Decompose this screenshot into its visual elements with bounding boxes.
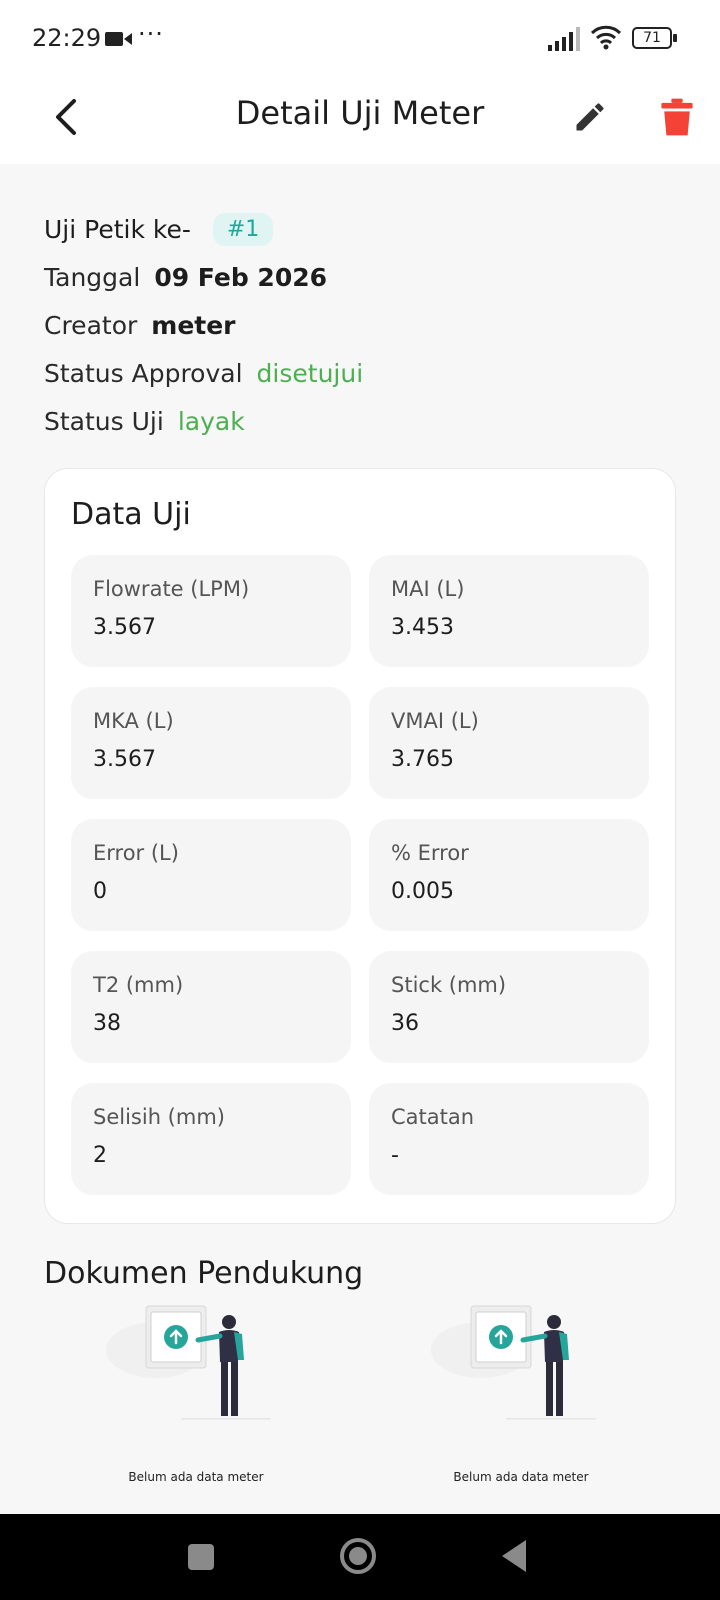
data-tile: Selisih (mm) 2 (71, 1083, 351, 1195)
tanggal-row: Tanggal 09 Feb 2026 (44, 253, 684, 301)
data-tile: % Error 0.005 (369, 819, 649, 931)
uji-info: Uji Petik ke- #1 Tanggal 09 Feb 2026 Cre… (44, 205, 684, 445)
uji-petik-row: Uji Petik ke- #1 (44, 205, 684, 253)
data-tile: Stick (mm) 36 (369, 951, 649, 1063)
status-time: 22:29 (32, 24, 102, 52)
data-tile-label: T2 (mm) (93, 973, 184, 997)
tanggal-value: 09 Feb 2026 (154, 262, 328, 292)
app-bar: Detail Uji Meter (0, 74, 720, 164)
data-tile-label: Catatan (391, 1105, 475, 1129)
document-caption: Belum ada data meter (453, 1470, 589, 1484)
creator-row: Creator meter (44, 301, 684, 349)
tanggal-label: Tanggal (44, 262, 141, 292)
data-tile-value: - (391, 1143, 399, 1168)
data-tile: Flowrate (LPM) 3.567 (71, 555, 351, 667)
system-nav-bar (0, 1514, 720, 1600)
home-button[interactable] (338, 1536, 378, 1576)
pencil-icon (576, 103, 604, 131)
uji-petik-label: Uji Petik ke- (44, 214, 191, 244)
wifi-icon (590, 25, 622, 50)
data-tile-value: 0 (93, 879, 107, 904)
data-tile-value: 0.005 (391, 879, 454, 904)
data-tile-label: MAI (L) (391, 577, 465, 601)
video-camera-icon (105, 32, 132, 46)
delete-button[interactable] (652, 92, 702, 142)
system-back-button[interactable] (500, 1538, 528, 1574)
document-caption: Belum ada data meter (128, 1470, 264, 1484)
data-tile-label: % Error (391, 841, 469, 865)
data-tile-value: 38 (93, 1011, 121, 1036)
data-tile-label: Stick (mm) (391, 973, 507, 997)
more-notifications-icon: ··· (138, 20, 164, 48)
battery-icon: 71 (632, 27, 678, 49)
upload-illustration-icon (106, 1305, 271, 1420)
data-tile: VMAI (L) 3.765 (369, 687, 649, 799)
data-tile-value: 3.567 (93, 615, 156, 640)
signal-icon (548, 27, 580, 51)
data-tile: MKA (L) 3.567 (71, 687, 351, 799)
data-tile-value: 3.453 (391, 615, 454, 640)
data-tile-label: Flowrate (LPM) (93, 577, 250, 601)
dokumen-title: Dokumen Pendukung (44, 1256, 364, 1291)
data-tile: MAI (L) 3.453 (369, 555, 649, 667)
data-tile: T2 (mm) 38 (71, 951, 351, 1063)
creator-value: meter (151, 310, 236, 340)
status-bar: 22:29 ··· 71 (0, 0, 720, 74)
status-uji-row: Status Uji layak (44, 397, 684, 445)
status-uji-label: Status Uji (44, 406, 164, 436)
creator-label: Creator (44, 310, 138, 340)
data-tile: Error (L) 0 (71, 819, 351, 931)
data-tile-label: Selisih (mm) (93, 1105, 225, 1129)
data-tile-label: Error (L) (93, 841, 179, 865)
data-uji-card: Data Uji Flowrate (LPM) 3.567 MAI (L) 3.… (44, 468, 676, 1224)
data-tile-label: VMAI (L) (391, 709, 479, 733)
trash-icon (661, 98, 693, 136)
status-uji-value: layak (177, 406, 245, 436)
battery-level: 71 (643, 30, 661, 46)
data-tile: Catatan - (369, 1083, 649, 1195)
document-placeholder[interactable]: Belum ada data meter (421, 1300, 621, 1500)
recent-apps-button[interactable] (188, 1544, 214, 1570)
data-tile-value: 2 (93, 1143, 107, 1168)
data-tile-value: 3.567 (93, 747, 156, 772)
edit-button[interactable] (565, 92, 615, 142)
uji-petik-badge: #1 (212, 212, 274, 246)
data-tile-label: MKA (L) (93, 709, 174, 733)
upload-illustration-icon (431, 1305, 596, 1420)
data-tile-value: 36 (391, 1011, 419, 1036)
document-placeholder[interactable]: Belum ada data meter (96, 1300, 296, 1500)
status-approval-label: Status Approval (44, 358, 243, 388)
data-tile-value: 3.765 (391, 747, 454, 772)
data-uji-title: Data Uji (71, 497, 191, 532)
status-approval-row: Status Approval disetujui (44, 349, 684, 397)
status-approval-value: disetujui (256, 358, 364, 388)
